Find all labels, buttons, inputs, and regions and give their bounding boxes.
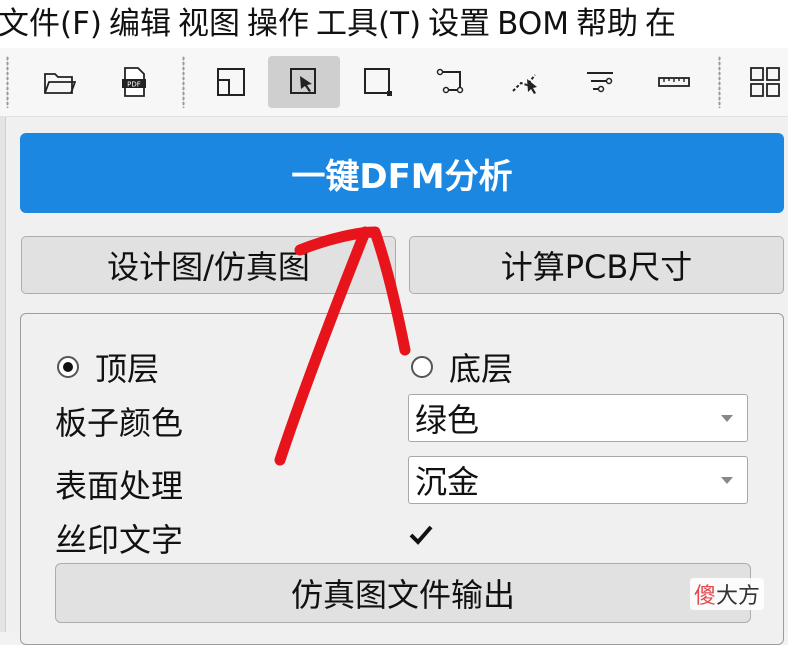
- board-outline-button[interactable]: [342, 56, 414, 108]
- menu-file[interactable]: 文件(F): [0, 0, 109, 48]
- menu-bar: 文件(F) 编辑 视图 操作 工具(T) 设置 BOM 帮助 在: [0, 0, 788, 48]
- node-select-icon: [512, 74, 537, 94]
- trim-icon: [587, 72, 613, 93]
- export-simulation-button[interactable]: 仿真图文件输出: [55, 563, 751, 623]
- silkscreen-label: 丝印文字: [55, 521, 184, 559]
- board-color-value: 绿色: [415, 401, 480, 439]
- menu-more[interactable]: 在: [645, 0, 683, 48]
- path-edit-button[interactable]: [416, 56, 488, 108]
- toolbar-separator: [718, 56, 721, 108]
- top-layer-label: 顶层: [95, 350, 160, 388]
- surface-finish-select[interactable]: 沉金: [408, 456, 748, 504]
- menu-operation[interactable]: 操作: [247, 0, 316, 48]
- board-color-select[interactable]: 绿色: [408, 394, 748, 442]
- bottom-layer-label: 底层: [449, 350, 514, 388]
- export-pdf-button[interactable]: PDF: [98, 56, 170, 108]
- chevron-down-icon: [721, 477, 733, 484]
- toolbar-separator: [182, 56, 185, 108]
- silkscreen-checkbox[interactable]: [408, 522, 434, 548]
- board-color-label: 板子颜色: [55, 404, 184, 442]
- measure-button[interactable]: [638, 56, 710, 108]
- toolbar-grip[interactable]: [6, 56, 9, 108]
- open-folder-button[interactable]: [23, 56, 95, 108]
- radio-unselected-icon: [411, 356, 433, 378]
- checkmark-icon: [409, 525, 433, 545]
- menu-bom[interactable]: BOM: [497, 0, 576, 48]
- toolbar: PDF: [0, 48, 788, 117]
- calc-pcb-size-button[interactable]: 计算PCB尺寸: [409, 236, 784, 294]
- svg-text:PDF: PDF: [127, 81, 141, 89]
- design-view-button[interactable]: 设计图/仿真图: [21, 236, 396, 294]
- grid-icon: [750, 67, 780, 97]
- node-select-button[interactable]: [490, 56, 562, 108]
- bottom-layer-radio[interactable]: 底层: [411, 344, 513, 390]
- radio-selected-icon: [57, 356, 79, 378]
- chevron-down-icon: [721, 415, 733, 422]
- ruler-icon: [658, 77, 690, 87]
- panel-splitter[interactable]: [0, 117, 6, 632]
- layout-icon: [217, 68, 245, 96]
- select-cursor-icon: [290, 68, 316, 94]
- trim-tool-button[interactable]: [564, 56, 636, 108]
- top-layer-radio[interactable]: 顶层: [57, 344, 159, 390]
- board-outline-icon: [364, 68, 392, 96]
- menu-edit[interactable]: 编辑: [109, 0, 178, 48]
- menu-tools[interactable]: 工具(T): [316, 0, 428, 48]
- surface-finish-label: 表面处理: [55, 467, 184, 505]
- surface-finish-value: 沉金: [415, 463, 480, 501]
- select-tool-button[interactable]: [268, 56, 340, 108]
- menu-view[interactable]: 视图: [178, 0, 247, 48]
- menu-settings[interactable]: 设置: [428, 0, 497, 48]
- menu-help[interactable]: 帮助: [576, 0, 645, 48]
- path-edit-icon: [436, 68, 464, 94]
- one-click-dfm-button[interactable]: 一键DFM分析: [20, 133, 784, 213]
- watermark: 傻大方: [690, 578, 765, 610]
- layout-button[interactable]: [195, 56, 267, 108]
- pdf-icon: PDF: [122, 67, 146, 97]
- grid-button[interactable]: [735, 56, 788, 108]
- folder-open-icon: [44, 73, 76, 94]
